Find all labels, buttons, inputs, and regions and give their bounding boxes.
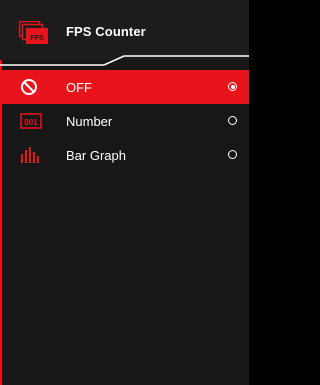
option-off[interactable]: OFF [0, 70, 249, 104]
number-icon-text: 001 [24, 118, 38, 127]
option-bar-graph[interactable]: Bar Graph [0, 138, 249, 172]
radio-selected[interactable] [228, 82, 237, 91]
page-title: FPS Counter [66, 24, 146, 39]
bar-graph-icon [21, 147, 39, 163]
number-icon: 001 [20, 113, 42, 129]
fps-icon-text: FPS [30, 35, 44, 42]
radio-unselected[interactable] [228, 150, 237, 159]
panel-header: FPS FPS Counter [0, 0, 249, 66]
header-divider [0, 55, 249, 66]
option-label: OFF [66, 80, 92, 95]
option-label: Number [66, 114, 113, 129]
fps-counter-panel: FPS FPS Counter OFF 001 Number Bar Graph [0, 0, 249, 385]
prohibited-icon [21, 79, 37, 95]
option-number[interactable]: 001 Number [0, 104, 249, 138]
option-label: Bar Graph [66, 148, 126, 163]
radio-unselected[interactable] [228, 116, 237, 125]
fps-icon: FPS [19, 21, 48, 44]
